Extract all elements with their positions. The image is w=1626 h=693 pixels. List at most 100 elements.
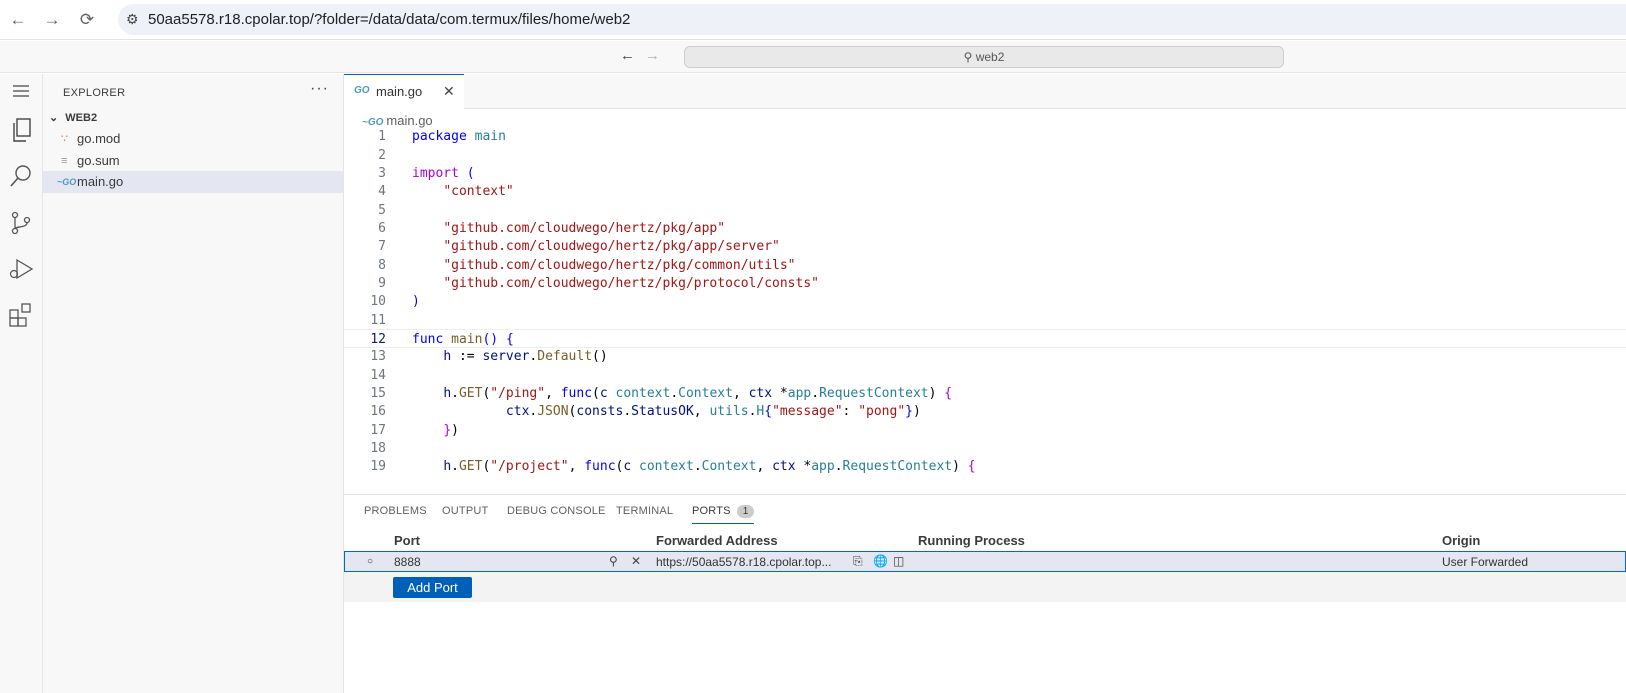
line-number: 6 bbox=[378, 221, 386, 236]
back-icon[interactable]: ← bbox=[5, 7, 31, 33]
run-debug-icon[interactable] bbox=[6, 254, 36, 284]
command-center-label: web2 bbox=[975, 50, 1005, 64]
file-label: go.mod bbox=[77, 131, 121, 146]
line-number: 7 bbox=[378, 239, 386, 254]
forwarded-address[interactable]: https://50aa5578.r18.cpolar.top... bbox=[656, 555, 831, 569]
tag-icon[interactable]: ⚲ bbox=[609, 554, 618, 568]
code-line: 3 import ( bbox=[344, 164, 1626, 183]
explorer-icon[interactable] bbox=[6, 115, 36, 145]
code-line: 17 }) bbox=[344, 421, 1626, 440]
reload-icon[interactable]: ⟳ bbox=[74, 7, 100, 33]
port-value: 8888 bbox=[394, 555, 421, 569]
code-line: 19 h.GET("/project", func(c context.Cont… bbox=[344, 457, 1626, 476]
code-editor[interactable]: 1 package main 2 3 import ( 4 "context" 5 … bbox=[344, 126, 1626, 494]
code-line: 13 h := server.Default() bbox=[344, 347, 1626, 366]
line-number: 11 bbox=[370, 313, 386, 328]
activity-bar bbox=[0, 74, 43, 693]
line-number: 17 bbox=[370, 423, 386, 438]
site-settings-icon[interactable]: ⚙ bbox=[126, 11, 139, 28]
rss-icon: ∵ bbox=[61, 133, 68, 145]
code-line: 1 package main bbox=[344, 127, 1626, 146]
code-line: 5 bbox=[344, 201, 1626, 220]
menu-icon[interactable] bbox=[6, 76, 36, 106]
url-text: 50aa5578.r18.cpolar.top/?folder=/data/da… bbox=[148, 11, 631, 28]
port-status-icon: ○ bbox=[367, 556, 374, 567]
file-main-go[interactable]: ~GO main.go bbox=[43, 171, 343, 193]
tab-strip: GO main.go ✕ bbox=[344, 74, 1626, 109]
port-row[interactable]: ○ 8888 ⚲ ✕ https://50aa5578.r18.cpolar.t… bbox=[344, 551, 1626, 572]
code-line: 18 bbox=[344, 439, 1626, 458]
line-number: 19 bbox=[370, 459, 386, 474]
line-number: 8 bbox=[378, 258, 386, 273]
bottom-panel: PROBLEMS OUTPUT DEBUG CONSOLE TERMINAL P… bbox=[344, 494, 1626, 693]
tab-debug-console[interactable]: DEBUG CONSOLE bbox=[507, 505, 606, 517]
source-control-icon[interactable] bbox=[6, 208, 36, 238]
search-icon[interactable] bbox=[6, 161, 36, 191]
file-label: go.sum bbox=[77, 153, 120, 168]
code-line: 15 h.GET("/ping", func(c context.Context… bbox=[344, 384, 1626, 403]
more-actions-icon[interactable]: ··· bbox=[310, 80, 329, 98]
code-line: 2 bbox=[344, 146, 1626, 165]
line-number: 13 bbox=[370, 349, 386, 364]
add-port-button[interactable]: Add Port bbox=[393, 577, 472, 598]
line-number: 15 bbox=[370, 386, 386, 401]
lines-icon: ≡ bbox=[61, 155, 68, 167]
file-go-sum[interactable]: ≡ go.sum bbox=[43, 150, 343, 172]
explorer-sidebar: EXPLORER ··· ⌄ WEB2 ∵ go.mod ≡ go.sum ~G… bbox=[43, 74, 344, 693]
explorer-title: EXPLORER bbox=[63, 87, 126, 99]
line-number: 10 bbox=[370, 294, 386, 309]
tab-label: main.go bbox=[376, 84, 423, 99]
code-line: 7 "github.com/cloudwego/hertz/pkg/app/se… bbox=[344, 237, 1626, 256]
chevron-down-icon: ⌄ bbox=[49, 112, 59, 124]
tab-problems[interactable]: PROBLEMS bbox=[364, 505, 427, 517]
tab-ports-label: PORTS bbox=[692, 505, 731, 517]
file-go-mod[interactable]: ∵ go.mod bbox=[43, 128, 343, 150]
globe-icon[interactable]: 🌐 bbox=[873, 554, 888, 568]
go-back-icon[interactable]: ← bbox=[620, 47, 635, 64]
command-center-search[interactable]: ⚲ web2 bbox=[684, 46, 1284, 68]
code-line: 16 ctx.JSON(consts.StatusOK, utils.H{"me… bbox=[344, 402, 1626, 421]
tab-ports[interactable]: PORTS 1 bbox=[692, 505, 755, 524]
line-number: 14 bbox=[370, 368, 386, 383]
file-label: main.go bbox=[77, 174, 124, 189]
editor-area: GO main.go ✕ ~GO main.go 1 package main 2 … bbox=[344, 74, 1626, 494]
line-number: 16 bbox=[370, 404, 386, 419]
code-line: 10) bbox=[344, 292, 1626, 311]
close-icon[interactable]: ✕ bbox=[631, 554, 641, 568]
preview-icon[interactable]: ◫ bbox=[893, 554, 904, 568]
close-icon[interactable]: ✕ bbox=[443, 83, 455, 100]
folder-label: WEB2 bbox=[65, 112, 98, 124]
forward-icon[interactable]: → bbox=[39, 7, 65, 33]
column-header-origin[interactable]: Origin bbox=[1442, 533, 1480, 548]
line-number: 1 bbox=[378, 129, 386, 144]
column-header-process[interactable]: Running Process bbox=[918, 533, 1025, 548]
go-forward-icon[interactable]: → bbox=[645, 47, 660, 64]
code-line: 9 "github.com/cloudwego/hertz/pkg/protoc… bbox=[344, 274, 1626, 293]
line-number: 5 bbox=[378, 203, 386, 218]
line-number: 4 bbox=[378, 184, 386, 199]
column-header-address[interactable]: Forwarded Address bbox=[656, 533, 778, 548]
origin-value: User Forwarded bbox=[1442, 555, 1529, 569]
title-bar: ← → ⚲ web2 bbox=[0, 41, 1626, 73]
search-icon: ⚲ bbox=[963, 50, 973, 64]
code-line: 6 "github.com/cloudwego/hertz/pkg/app" bbox=[344, 219, 1626, 238]
code-line: 14 bbox=[344, 366, 1626, 385]
line-number: 3 bbox=[378, 166, 386, 181]
browser-toolbar: ← → ⟳ ⚙ 50aa5578.r18.cpolar.top/?folder=… bbox=[0, 0, 1626, 40]
extensions-icon[interactable] bbox=[6, 300, 36, 330]
tab-output[interactable]: OUTPUT bbox=[442, 505, 488, 517]
address-bar[interactable]: ⚙ 50aa5578.r18.cpolar.top/?folder=/data/… bbox=[118, 4, 1626, 35]
folder-web2[interactable]: ⌄ WEB2 bbox=[49, 111, 97, 124]
line-number: 18 bbox=[370, 441, 386, 456]
tab-terminal[interactable]: TERMINAL bbox=[616, 505, 673, 517]
code-line: 8 "github.com/cloudwego/hertz/pkg/common… bbox=[344, 256, 1626, 275]
code-line-current: 12 func main() { bbox=[344, 329, 1626, 348]
line-number: 9 bbox=[378, 276, 386, 291]
go-icon: ~GO bbox=[57, 177, 77, 187]
tab-main-go[interactable]: GO main.go ✕ bbox=[344, 74, 464, 109]
copy-icon[interactable]: ⎘ bbox=[853, 554, 863, 569]
go-icon: GO bbox=[354, 85, 370, 96]
code-line: 11 bbox=[344, 311, 1626, 330]
column-header-port[interactable]: Port bbox=[394, 533, 420, 548]
ports-count-badge: 1 bbox=[736, 505, 755, 518]
